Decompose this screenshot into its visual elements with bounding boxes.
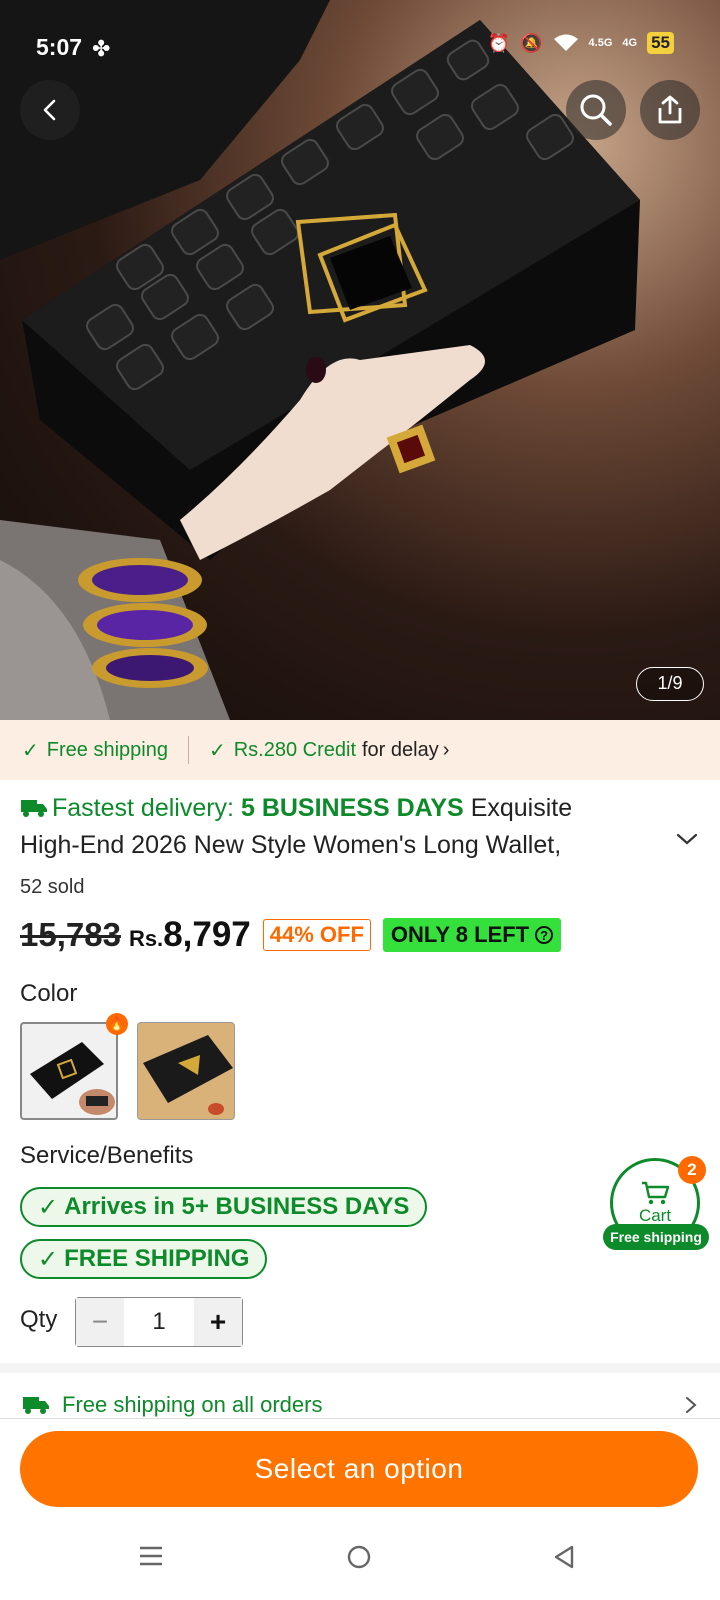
chevron-down-icon[interactable] — [676, 832, 698, 846]
check-icon: ✓ — [22, 739, 39, 762]
cart-free-shipping: Free shipping — [603, 1224, 709, 1250]
system-nav-bar — [0, 1520, 720, 1600]
chevron-right-icon: › — [442, 738, 450, 761]
chevron-right-icon — [686, 1397, 697, 1413]
status-bar: 5:07 ✤ ⏰ 🔕 4.5G 4G 55 — [0, 0, 720, 90]
free-shipping-pill: ✓ FREE SHIPPING — [20, 1239, 268, 1279]
original-price: 15,783 — [20, 916, 121, 953]
section-divider — [0, 1363, 720, 1373]
mute-icon: 🔕 — [520, 32, 543, 53]
credit-suffix: for delay — [362, 738, 439, 761]
sale-amount: 8,797 — [163, 915, 251, 954]
free-shipping-label: Free shipping — [46, 738, 168, 761]
product-title[interactable]: Fastest delivery: 5 BUSINESS DAYS Exquis… — [20, 790, 640, 864]
signal-icon-2: 4G — [622, 37, 638, 49]
decrement-button[interactable]: − — [76, 1298, 124, 1346]
stock-badge[interactable]: ONLY 8 LEFT ? — [382, 918, 562, 952]
share-button[interactable] — [640, 80, 700, 140]
swatch-image — [30, 1042, 115, 1115]
title-text-1: Exquisite — [470, 794, 573, 822]
signal-icon: 4.5G — [588, 37, 613, 49]
price-row: 15,783 Rs.8,797 44% OFF ONLY 8 LEFT ? — [20, 915, 562, 955]
check-icon: ✓ — [38, 1193, 59, 1221]
pinwheel-icon: ✤ — [92, 36, 111, 61]
currency: Rs. — [128, 926, 164, 951]
swatch-image — [143, 1035, 233, 1115]
menu-icon[interactable] — [138, 1544, 164, 1568]
product-image-gallery[interactable]: 5:07 ✤ ⏰ 🔕 4.5G 4G 55 1/9 — [0, 0, 720, 720]
color-label: Color — [20, 980, 78, 1007]
back-nav-icon[interactable] — [552, 1544, 576, 1570]
shipping-info-row[interactable]: Free shipping on all orders — [22, 1388, 698, 1422]
shipping-info-text: Free shipping on all orders — [62, 1392, 323, 1417]
divider — [0, 1418, 720, 1419]
color-swatch-black[interactable] — [20, 1022, 118, 1120]
sale-price: Rs.8,797 — [129, 915, 251, 955]
status-time: 5:07 — [36, 34, 83, 60]
search-button[interactable] — [566, 80, 626, 140]
select-option-button[interactable]: Select an option — [20, 1431, 698, 1507]
delivery-days: 5 BUSINESS DAYS — [240, 794, 464, 822]
back-button[interactable] — [20, 80, 80, 140]
cart-count-badge: 2 — [678, 1156, 706, 1184]
check-icon: ✓ — [208, 739, 226, 762]
alarm-icon: ⏰ — [487, 32, 511, 53]
truck-icon — [21, 800, 47, 817]
qty-label: Qty — [20, 1306, 58, 1333]
discount-badge: 44% OFF — [262, 919, 371, 951]
credit-amount: Rs.280 Credit — [233, 738, 356, 761]
title-text-2: High-End 2026 New Style Women's Long Wal… — [20, 831, 562, 859]
free-shipping-text: FREE SHIPPING — [64, 1245, 250, 1272]
cart-icon — [642, 1181, 670, 1205]
sold-count: 52 sold — [20, 876, 85, 898]
chevron-left-icon — [43, 99, 56, 121]
stock-label: ONLY 8 LEFT — [390, 922, 530, 947]
home-icon[interactable] — [346, 1544, 372, 1570]
hot-icon: 🔥 — [106, 1013, 128, 1035]
image-counter: 1/9 — [636, 667, 704, 701]
color-swatch-croc[interactable] — [137, 1022, 235, 1120]
quantity-value[interactable]: 1 — [124, 1298, 194, 1346]
share-icon — [658, 95, 682, 124]
search-icon — [580, 94, 612, 126]
divider — [187, 736, 189, 764]
arrival-pill: ✓ Arrives in 5+ BUSINESS DAYS — [20, 1187, 428, 1227]
service-label: Service/Benefits — [20, 1142, 194, 1169]
increment-button[interactable]: + — [194, 1298, 242, 1346]
wifi-icon — [553, 34, 578, 51]
arrival-text: Arrives in 5+ BUSINESS DAYS — [64, 1193, 410, 1220]
help-icon: ? — [535, 926, 554, 944]
benefits-strip[interactable]: ✓ Free shipping ✓ Rs.280 Credit for dela… — [0, 720, 720, 780]
check-icon: ✓ — [38, 1245, 59, 1273]
quantity-stepper: − 1 + — [75, 1297, 243, 1347]
delivery-prefix: Fastest delivery: — [52, 794, 235, 822]
battery-icon: 55 — [647, 32, 674, 54]
truck-icon — [23, 1397, 49, 1414]
cart-label: Cart — [638, 1206, 672, 1225]
